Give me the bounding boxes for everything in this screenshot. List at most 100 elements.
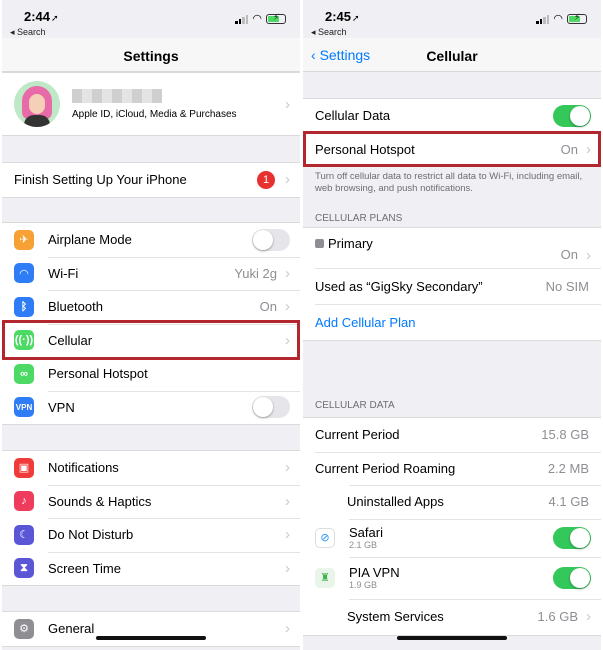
system-services-label: System Services	[347, 609, 444, 624]
avatar	[14, 81, 60, 127]
vpn-toggle[interactable]	[252, 396, 290, 419]
chevron-right-icon: ›	[586, 608, 591, 625]
bluetooth-label: Bluetooth	[48, 299, 103, 315]
usage-group: Current Period 15.8 GB Current Period Ro…	[303, 417, 601, 636]
finish-setup-row[interactable]: Finish Setting Up Your iPhone 1 ›	[2, 163, 300, 197]
pia-vpn-toggle[interactable]	[553, 566, 591, 589]
cellular-data-row[interactable]: Cellular Data	[303, 99, 601, 133]
finish-setup-label: Finish Setting Up Your iPhone	[14, 172, 187, 188]
chevron-right-icon: ›	[285, 459, 290, 477]
wifi-row[interactable]: ◠ Wi-Fi Yuki 2g ›	[2, 256, 300, 291]
safari-usage: 2.1 GB	[349, 540, 378, 550]
cellular-plans-header: CELLULAR PLANS	[315, 213, 403, 224]
blurred-name	[72, 88, 162, 103]
current-period-value: 15.8 GB	[541, 427, 589, 443]
add-cellular-plan-link[interactable]: Add Cellular Plan	[315, 315, 601, 330]
safari-icon: ⊘	[315, 527, 335, 548]
nav-bar: Settings	[2, 38, 300, 72]
cellular-icon: ((·))	[14, 330, 34, 351]
uninstalled-apps-label: Uninstalled Apps	[347, 494, 444, 510]
gear-icon: ⚙	[14, 618, 34, 639]
wifi-label: Wi-Fi	[48, 265, 79, 281]
safari-row: ⊘ Safari 2.1 GB	[303, 518, 601, 557]
bluetooth-row[interactable]: ᛒ Bluetooth On ›	[2, 290, 300, 324]
personal-hotspot-row[interactable]: ∞ Personal Hotspot	[2, 357, 300, 391]
pia-vpn-row: ♜ PIA VPN 1.9 GB	[303, 556, 601, 599]
page-title: Cellular	[426, 48, 478, 64]
status-time: 2:44	[24, 9, 51, 24]
chevron-right-icon: ›	[285, 559, 290, 577]
sounds-icon: ♪	[14, 491, 34, 512]
airplane-mode-toggle[interactable]	[252, 228, 290, 251]
status-bar: 2:44➚ ◂ Search ◠ ⚡	[2, 0, 300, 38]
screen-time-label: Screen Time	[48, 560, 121, 576]
used-as-label: Used as “GigSky Secondary”	[315, 278, 483, 294]
cellular-label: Cellular	[48, 332, 93, 348]
back-to-search-link[interactable]: ◂ Search	[10, 27, 46, 38]
current-period-label: Current Period	[315, 427, 400, 443]
chevron-right-icon: ›	[285, 492, 290, 510]
connectivity-group: ✈ Airplane Mode ◠ Wi-Fi Yuki 2g › ᛒ Blue…	[2, 222, 300, 425]
nav-bar: ‹ Settings Cellular	[303, 38, 601, 72]
sounds-row[interactable]: ♪ Sounds & Haptics ›	[2, 484, 300, 519]
uninstalled-apps-value: 4.1 GB	[548, 494, 589, 510]
general-row[interactable]: ⚙ General ›	[2, 612, 300, 646]
do-not-disturb-label: Do Not Disturb	[48, 527, 134, 543]
hourglass-icon: ⧗	[14, 558, 34, 579]
cellular-data-toggle[interactable]	[553, 104, 591, 127]
personal-hotspot-value: On	[560, 141, 578, 157]
notifications-label: Notifications	[48, 460, 119, 476]
back-to-search-link[interactable]: ◂ Search	[311, 27, 347, 38]
safari-toggle[interactable]	[553, 526, 591, 549]
vpn-label: VPN	[48, 399, 75, 415]
signal-icon	[536, 14, 550, 24]
sim-icon	[315, 239, 324, 248]
cellular-data-header: CELLULAR DATA	[315, 400, 395, 411]
personal-hotspot-row[interactable]: Personal Hotspot On ›	[303, 132, 601, 167]
apple-id-subtitle: Apple ID, iCloud, Media & Purchases	[72, 108, 237, 120]
home-indicator	[397, 636, 507, 640]
add-cellular-plan-row[interactable]: Add Cellular Plan	[303, 304, 601, 340]
location-arrow-icon: ➚	[352, 13, 360, 23]
primary-plan-row[interactable]: Primary On ›	[303, 228, 601, 268]
chevron-right-icon: ›	[586, 247, 591, 264]
primary-plan-label: Primary	[328, 236, 373, 251]
do-not-disturb-row[interactable]: ☾ Do Not Disturb ›	[2, 518, 300, 552]
chevron-right-icon: ›	[285, 620, 290, 638]
apple-id-row[interactable]: Apple ID, iCloud, Media & Purchases ›	[2, 73, 300, 135]
notification-badge: 1	[257, 170, 275, 189]
status-bar: 2:45➚ ◂ Search ◠ ⚡	[303, 0, 601, 38]
used-as-value: No SIM	[545, 278, 589, 294]
safari-label: Safari	[349, 525, 383, 540]
wifi-icon: ◠	[14, 263, 34, 284]
airplane-mode-row[interactable]: ✈ Airplane Mode	[2, 223, 300, 257]
wifi-status-icon: ◠	[553, 12, 563, 25]
vpn-row[interactable]: VPN VPN	[2, 390, 300, 425]
location-arrow-icon: ➚	[51, 13, 59, 23]
system-services-row[interactable]: System Services 1.6 GB ›	[303, 598, 601, 635]
sounds-label: Sounds & Haptics	[48, 493, 152, 509]
hotspot-icon: ∞	[14, 363, 34, 384]
screen-time-row[interactable]: ⧗ Screen Time ›	[2, 551, 300, 586]
general-group: ⚙ General ›	[2, 611, 300, 647]
cellular-data-footnote: Turn off cellular data to restrict all d…	[315, 171, 583, 194]
airplane-icon: ✈	[14, 229, 34, 250]
bluetooth-value: On	[259, 299, 277, 315]
chevron-right-icon: ›	[586, 140, 591, 158]
general-label: General	[48, 621, 95, 637]
roaming-label: Current Period Roaming	[315, 460, 456, 476]
chevron-right-icon: ›	[285, 171, 290, 189]
used-as-row: Used as “GigSky Secondary” No SIM	[303, 268, 601, 304]
notifications-icon: ▣	[14, 457, 34, 478]
roaming-value: 2.2 MB	[547, 460, 589, 476]
notifications-row[interactable]: ▣ Notifications ›	[2, 451, 300, 485]
bluetooth-icon: ᛒ	[14, 296, 34, 317]
finish-setup-group: Finish Setting Up Your iPhone 1 ›	[2, 162, 300, 198]
wifi-status-icon: ◠	[252, 12, 262, 25]
primary-plan-value: On	[560, 247, 578, 262]
current-period-row: Current Period 15.8 GB	[303, 418, 601, 452]
status-time: 2:45	[325, 9, 352, 24]
cellular-row[interactable]: ((·)) Cellular ›	[2, 323, 300, 358]
chevron-right-icon: ›	[285, 331, 290, 349]
signal-icon	[235, 14, 249, 24]
